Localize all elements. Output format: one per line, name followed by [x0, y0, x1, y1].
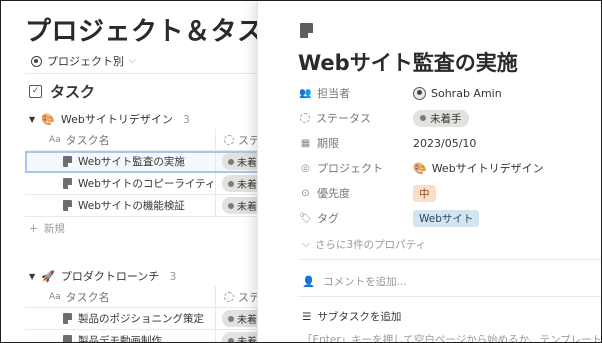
palette-icon: 🎨 [41, 112, 55, 126]
property-priority[interactable]: ⊙ 優先度 中 [300, 183, 600, 203]
divider [298, 296, 601, 297]
project-link[interactable]: 🎨 Webサイトリデザイン [413, 160, 544, 176]
property-label: ステータス [316, 112, 371, 125]
property-label: 期限 [317, 137, 339, 150]
tag-badge: Webサイト [413, 209, 480, 227]
property-value: Webサイトリデザイン [431, 162, 544, 175]
divider [298, 259, 601, 260]
comment-input[interactable]: 👤 コメントを追加... [302, 274, 407, 289]
group-name: プロダクトローンチ [60, 270, 160, 283]
property-label: プロジェクト [317, 162, 383, 175]
tag-icon: 🏷 [299, 212, 312, 224]
plus-icon: + [29, 222, 38, 235]
view-tab-label: プロジェクト別 [47, 55, 124, 68]
group-count: 3 [169, 269, 177, 283]
property-assignee[interactable]: 👥 担当者 Sohrab Amin [299, 83, 600, 103]
priority-badge: 中 [413, 184, 436, 202]
status-dot-icon [420, 115, 426, 121]
task-name: Webサイト監査の実施 [78, 156, 185, 168]
task-name-cell[interactable]: 製品のポジショニング策定 [25, 311, 215, 326]
page-icon [63, 156, 72, 167]
status-dot-icon [228, 158, 234, 165]
page-icon[interactable] [300, 23, 313, 38]
add-subtask-label: サブタスクを追加 [317, 311, 402, 323]
page-icon [63, 335, 72, 342]
comment-avatar-icon: 👤 [302, 276, 316, 288]
property-label: 優先度 [317, 187, 350, 200]
column-name-label: タスク名 [65, 133, 110, 147]
collapse-triangle-icon[interactable]: ▼ [29, 272, 35, 281]
group-header-product-launch[interactable]: ▼ 🚀 プロダクトローンチ 3 [29, 268, 176, 284]
property-value: Sohrab Amin [431, 86, 502, 100]
status-badge: 未着手 [413, 109, 469, 127]
status-type-icon [224, 291, 234, 302]
status-dot-icon [228, 337, 234, 342]
rocket-icon: 🚀 [41, 269, 55, 283]
text-type-icon: Aa [49, 291, 61, 302]
app-window: プロジェクト＆タスク プロジェクト別 ⌵ ✓ タスク ▼ 🎨 Webサイトリデザ… [0, 0, 602, 343]
side-peek-panel: Webサイト監査の実施 👥 担当者 Sohrab Amin ステータス 未着手 ▦… [257, 1, 602, 343]
task-name-cell[interactable]: 製品デモ動画制作 [25, 333, 215, 343]
task-name: 製品デモ動画制作 [78, 335, 162, 343]
more-properties-toggle[interactable]: ⌵ さらに3件のプロパティ [302, 237, 426, 252]
property-tags[interactable]: 🏷 タグ Webサイト [299, 208, 600, 228]
empty-page-hint: 「Enter」キーを押して空白ページから始めるか、テンプレートを [302, 334, 602, 343]
priority-icon: ⊙ [301, 187, 310, 199]
chevron-down-icon: ⌵ [302, 238, 310, 250]
property-status[interactable]: ステータス 未着手 [300, 108, 600, 128]
property-value: 2023/05/10 [413, 136, 477, 150]
group-count: 3 [182, 112, 190, 126]
status-label: 未着手 [430, 112, 462, 125]
task-name: Webサイトのコピーライティング [78, 178, 215, 190]
group-name: Webサイトリデザイン [60, 113, 173, 126]
comment-placeholder: コメントを追加... [323, 276, 407, 288]
view-tab-by-project[interactable]: プロジェクト別 ⌵ [31, 53, 136, 69]
task-name: 製品のポジショニング策定 [78, 313, 204, 325]
avatar [413, 86, 426, 100]
new-row-label: 新規 [43, 223, 65, 235]
add-subtask-button[interactable]: ☰ サブタスクを追加 [302, 309, 401, 324]
database-title: プロジェクト＆タスク [25, 17, 291, 47]
status-dot-icon [228, 180, 234, 187]
new-row-button[interactable]: + 新規 [29, 221, 65, 236]
checkbox-icon: ✓ [29, 85, 42, 98]
calendar-icon: ▦ [300, 137, 311, 149]
status-type-icon [224, 134, 234, 145]
section-header-tasks: ✓ タスク [29, 81, 95, 102]
page-icon [63, 313, 72, 324]
section-title: タスク [50, 83, 96, 101]
property-label: タグ [317, 212, 339, 225]
more-properties-label: さらに3件のプロパティ [314, 239, 427, 251]
task-name-cell[interactable]: Webサイトの機能検証 [25, 198, 215, 213]
page-icon [63, 200, 72, 211]
target-icon [31, 55, 42, 67]
task-name-cell[interactable]: Webサイトのコピーライティング [25, 176, 215, 191]
page-icon [63, 178, 72, 189]
people-icon: 👥 [299, 87, 312, 99]
property-label: 担当者 [317, 87, 350, 100]
column-header-name[interactable]: Aa タスク名 [25, 289, 215, 305]
text-type-icon: Aa [49, 134, 61, 145]
target-icon: ◎ [301, 162, 310, 174]
column-name-label: タスク名 [65, 290, 110, 304]
palette-icon: 🎨 [413, 161, 427, 175]
group-header-website-redesign[interactable]: ▼ 🎨 Webサイトリデザイン 3 [29, 111, 190, 127]
status-dot-icon [228, 315, 234, 322]
column-header-name[interactable]: Aa タスク名 [25, 132, 215, 148]
property-project[interactable]: ◎ プロジェクト 🎨 Webサイトリデザイン [300, 158, 600, 178]
page-title[interactable]: Webサイト監査の実施 [298, 47, 518, 77]
collapse-triangle-icon[interactable]: ▼ [29, 115, 35, 124]
status-dot-icon [228, 202, 234, 209]
database-view: プロジェクト＆タスク プロジェクト別 ⌵ ✓ タスク ▼ 🎨 Webサイトリデザ… [1, 1, 301, 343]
task-name: Webサイトの機能検証 [78, 200, 185, 212]
list-icon: ☰ [302, 310, 312, 323]
status-icon [300, 113, 310, 123]
property-due-date[interactable]: ▦ 期限 2023/05/10 [300, 133, 600, 153]
chevron-down-icon: ⌵ [129, 56, 136, 66]
task-name-cell[interactable]: Webサイト監査の実施 [25, 154, 215, 169]
